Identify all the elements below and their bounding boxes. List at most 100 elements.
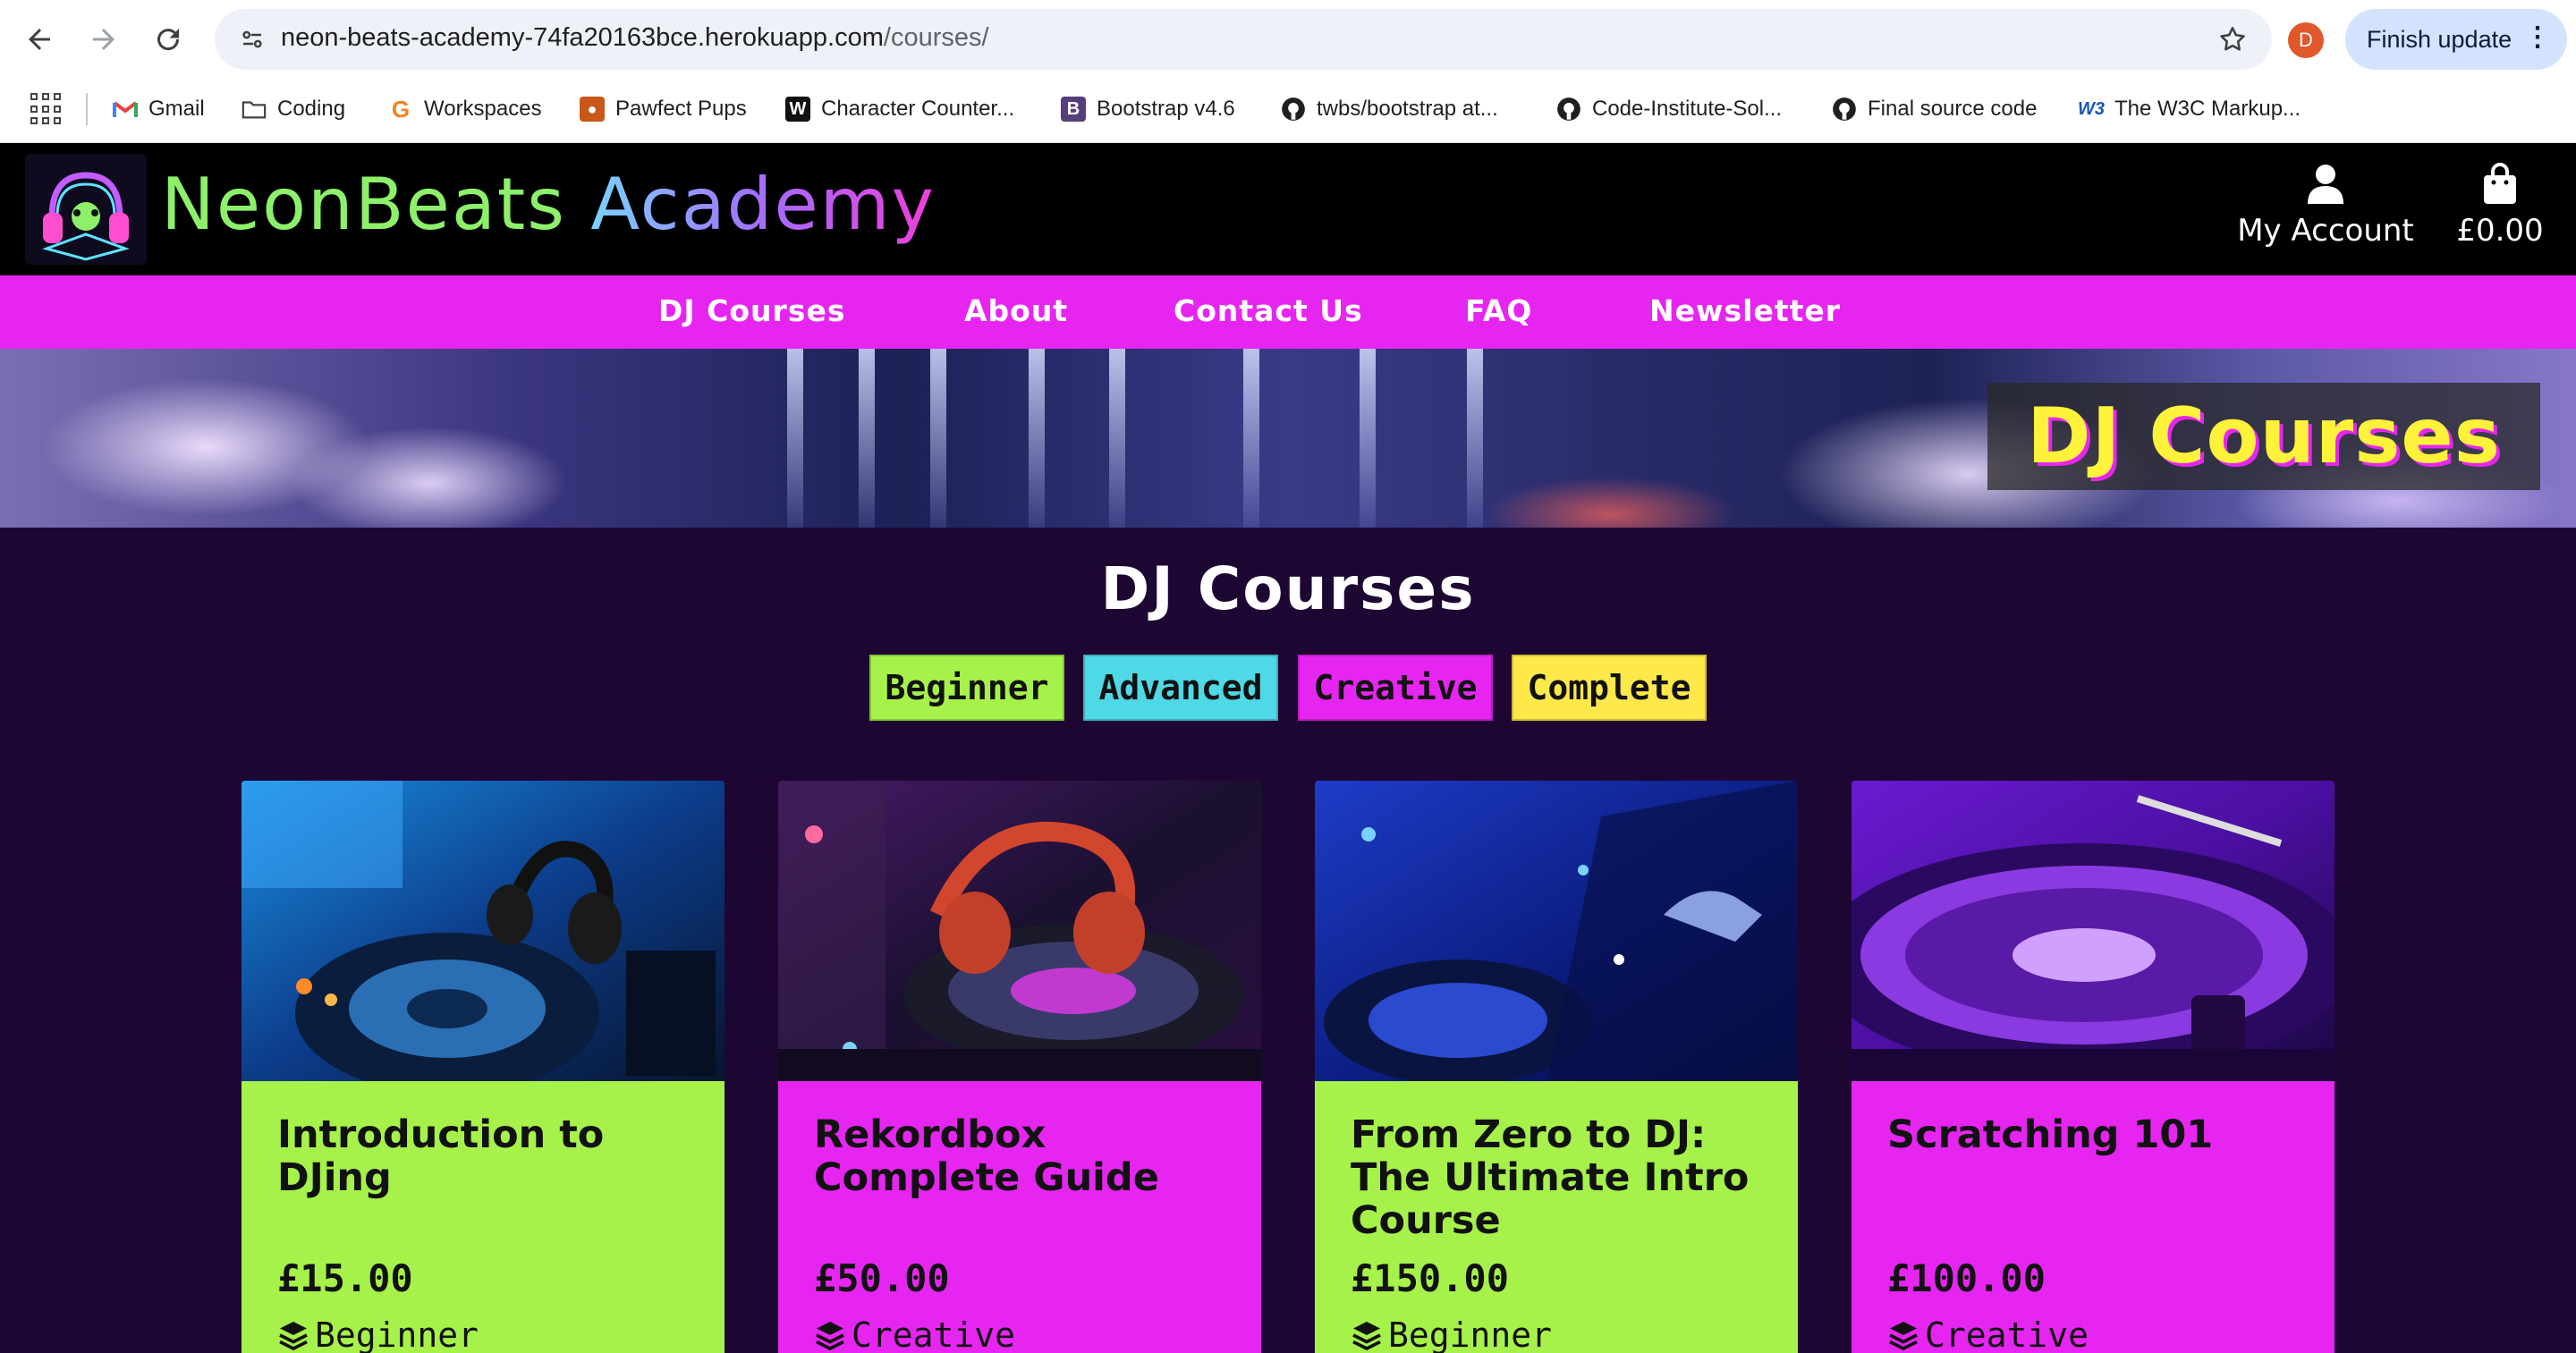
bookmark-label: Bootstrap v4.6 — [1097, 97, 1235, 121]
nav-newsletter[interactable]: Newsletter — [1649, 293, 1841, 328]
brand-name-part1: NeonBeats — [161, 163, 566, 246]
course-level-label: Creative — [1925, 1315, 2089, 1353]
user-icon — [2227, 163, 2424, 207]
bookmark-label: Coding — [277, 97, 346, 121]
hero-title-box: DJ Courses — [1987, 383, 2540, 490]
my-account-label: My Account — [2237, 213, 2414, 249]
folder-icon — [242, 97, 267, 122]
course-image[interactable] — [778, 781, 1261, 1081]
w-icon: W — [785, 97, 810, 122]
bookmark-label: Workspaces — [424, 97, 542, 121]
layers-icon — [1352, 1322, 1381, 1351]
headphones-logo-icon[interactable] — [25, 154, 147, 265]
hero-title: DJ Courses — [2027, 392, 2501, 481]
bookmark-label: twbs/bootstrap at... — [1317, 97, 1498, 121]
reload-icon[interactable] — [147, 18, 190, 61]
bookmark-final-source-code[interactable]: Final source code — [1832, 91, 2037, 127]
course-level-label: Beginner — [315, 1315, 479, 1353]
brand-name-part2: Academy — [590, 163, 936, 246]
bookmark-gmail[interactable]: Gmail — [113, 91, 205, 127]
cart-link[interactable]: £0.00 — [2442, 163, 2558, 249]
layers-icon — [816, 1322, 844, 1351]
url-host: neon-beats-academy-74fa20163bce.herokuap… — [281, 23, 884, 52]
forward-icon[interactable] — [82, 18, 125, 61]
profile-avatar[interactable]: D — [2288, 22, 2324, 58]
course-card-body: From Zero to DJ: The Ultimate Intro Cour… — [1315, 1081, 1798, 1353]
workspaces-icon: G — [391, 95, 411, 123]
course-card[interactable]: Introduction to DJing £15.00 Beginner — [242, 781, 724, 1353]
nav-dj-courses[interactable]: DJ Courses — [658, 293, 845, 328]
nav-about[interactable]: About — [964, 293, 1068, 328]
nav-faq[interactable]: FAQ — [1465, 293, 1532, 328]
course-level-label: Beginner — [1388, 1315, 1553, 1353]
site-info-icon[interactable] — [231, 18, 274, 61]
bookmarks-bar: Gmail Coding G Workspaces ● Pawfect Pups… — [0, 79, 2576, 143]
course-card-body: Rekordbox Complete Guide £50.00 Creative — [778, 1081, 1261, 1353]
bookmark-label: Pawfect Pups — [615, 97, 747, 121]
filter-creative-button[interactable]: Creative — [1298, 655, 1493, 721]
address-bar[interactable]: neon-beats-academy-74fa20163bce.herokuap… — [215, 9, 2272, 70]
course-level-label: Creative — [852, 1315, 1016, 1353]
main-nav: DJ Courses About Contact Us FAQ Newslett… — [0, 275, 2576, 349]
apps-grid-icon[interactable] — [30, 93, 63, 125]
course-card-body: Scratching 101 £100.00 Creative — [1852, 1081, 2334, 1353]
shopping-bag-icon — [2442, 163, 2558, 207]
more-menu-icon[interactable]: ⋮ — [2524, 21, 2551, 53]
w3c-icon: W3 — [2078, 98, 2105, 119]
layers-icon — [1889, 1322, 1918, 1351]
finish-update-label: Finish update — [2367, 25, 2512, 53]
bookmark-label: The W3C Markup... — [2114, 97, 2301, 121]
github-icon — [1556, 97, 1581, 122]
bookmark-pawfect-pups[interactable]: ● Pawfect Pups — [580, 91, 747, 127]
bookmark-bootstrap[interactable]: B Bootstrap v4.6 — [1061, 91, 1235, 127]
course-level: Creative — [1887, 1315, 2089, 1353]
site-header: NeonBeats Academy My Account £0.00 — [0, 143, 2576, 275]
course-card[interactable]: Rekordbox Complete Guide £50.00 Creative — [778, 781, 1261, 1353]
course-level: Beginner — [1351, 1315, 1552, 1353]
browser-toolbar: neon-beats-academy-74fa20163bce.herokuap… — [0, 0, 2576, 79]
bookmark-label: Gmail — [148, 97, 205, 121]
filter-advanced-button[interactable]: Advanced — [1083, 655, 1278, 721]
course-image[interactable] — [1315, 781, 1798, 1081]
brand-wordmark[interactable]: NeonBeats Academy — [161, 163, 936, 246]
gmail-icon — [113, 97, 138, 122]
paw-icon: ● — [580, 97, 605, 122]
bookmark-coding[interactable]: Coding — [242, 91, 345, 127]
course-image[interactable] — [1852, 781, 2334, 1081]
nav-contact-us[interactable]: Contact Us — [1174, 293, 1363, 328]
course-level: Creative — [814, 1315, 1015, 1353]
course-title[interactable]: Introduction to DJing — [277, 1113, 698, 1199]
bookmarks-divider — [86, 93, 88, 125]
course-title[interactable]: Scratching 101 — [1887, 1113, 2308, 1156]
course-card-body: Introduction to DJing £15.00 Beginner — [242, 1081, 724, 1353]
bootstrap-icon: B — [1061, 97, 1086, 122]
bookmark-star-icon[interactable] — [2211, 18, 2254, 61]
course-level: Beginner — [277, 1315, 479, 1353]
my-account-link[interactable]: My Account — [2227, 163, 2424, 249]
cart-total: £0.00 — [2456, 213, 2544, 249]
course-price: £50.00 — [814, 1256, 950, 1300]
course-price: £150.00 — [1351, 1256, 1510, 1300]
bookmark-character-counter[interactable]: W Character Counter... — [785, 91, 1014, 127]
filter-complete-button[interactable]: Complete — [1512, 655, 1707, 721]
finish-update-button[interactable]: Finish update ⋮ — [2345, 9, 2567, 70]
url-text: neon-beats-academy-74fa20163bce.herokuap… — [281, 23, 989, 53]
course-card[interactable]: Scratching 101 £100.00 Creative — [1852, 781, 2334, 1353]
course-card[interactable]: From Zero to DJ: The Ultimate Intro Cour… — [1315, 781, 1798, 1353]
course-price: £15.00 — [277, 1256, 413, 1300]
course-price: £100.00 — [1887, 1256, 2046, 1300]
github-icon — [1281, 97, 1306, 122]
course-title[interactable]: Rekordbox Complete Guide — [814, 1113, 1234, 1199]
bookmark-twbs-bootstrap[interactable]: twbs/bootstrap at... — [1281, 91, 1498, 127]
back-icon[interactable] — [18, 18, 61, 61]
bookmark-w3c-markup[interactable]: W3 The W3C Markup... — [2078, 91, 2301, 127]
filter-beginner-button[interactable]: Beginner — [869, 655, 1064, 721]
layers-icon — [279, 1322, 308, 1351]
hero-banner: DJ Courses — [0, 349, 2576, 528]
page-title: DJ Courses — [1100, 554, 1476, 623]
course-image[interactable] — [242, 781, 724, 1081]
bookmark-code-institute[interactable]: Code-Institute-Sol... — [1556, 91, 1782, 127]
bookmark-workspaces[interactable]: G Workspaces — [388, 91, 542, 127]
course-title[interactable]: From Zero to DJ: The Ultimate Intro Cour… — [1351, 1113, 1771, 1242]
bookmark-label: Character Counter... — [821, 97, 1015, 121]
